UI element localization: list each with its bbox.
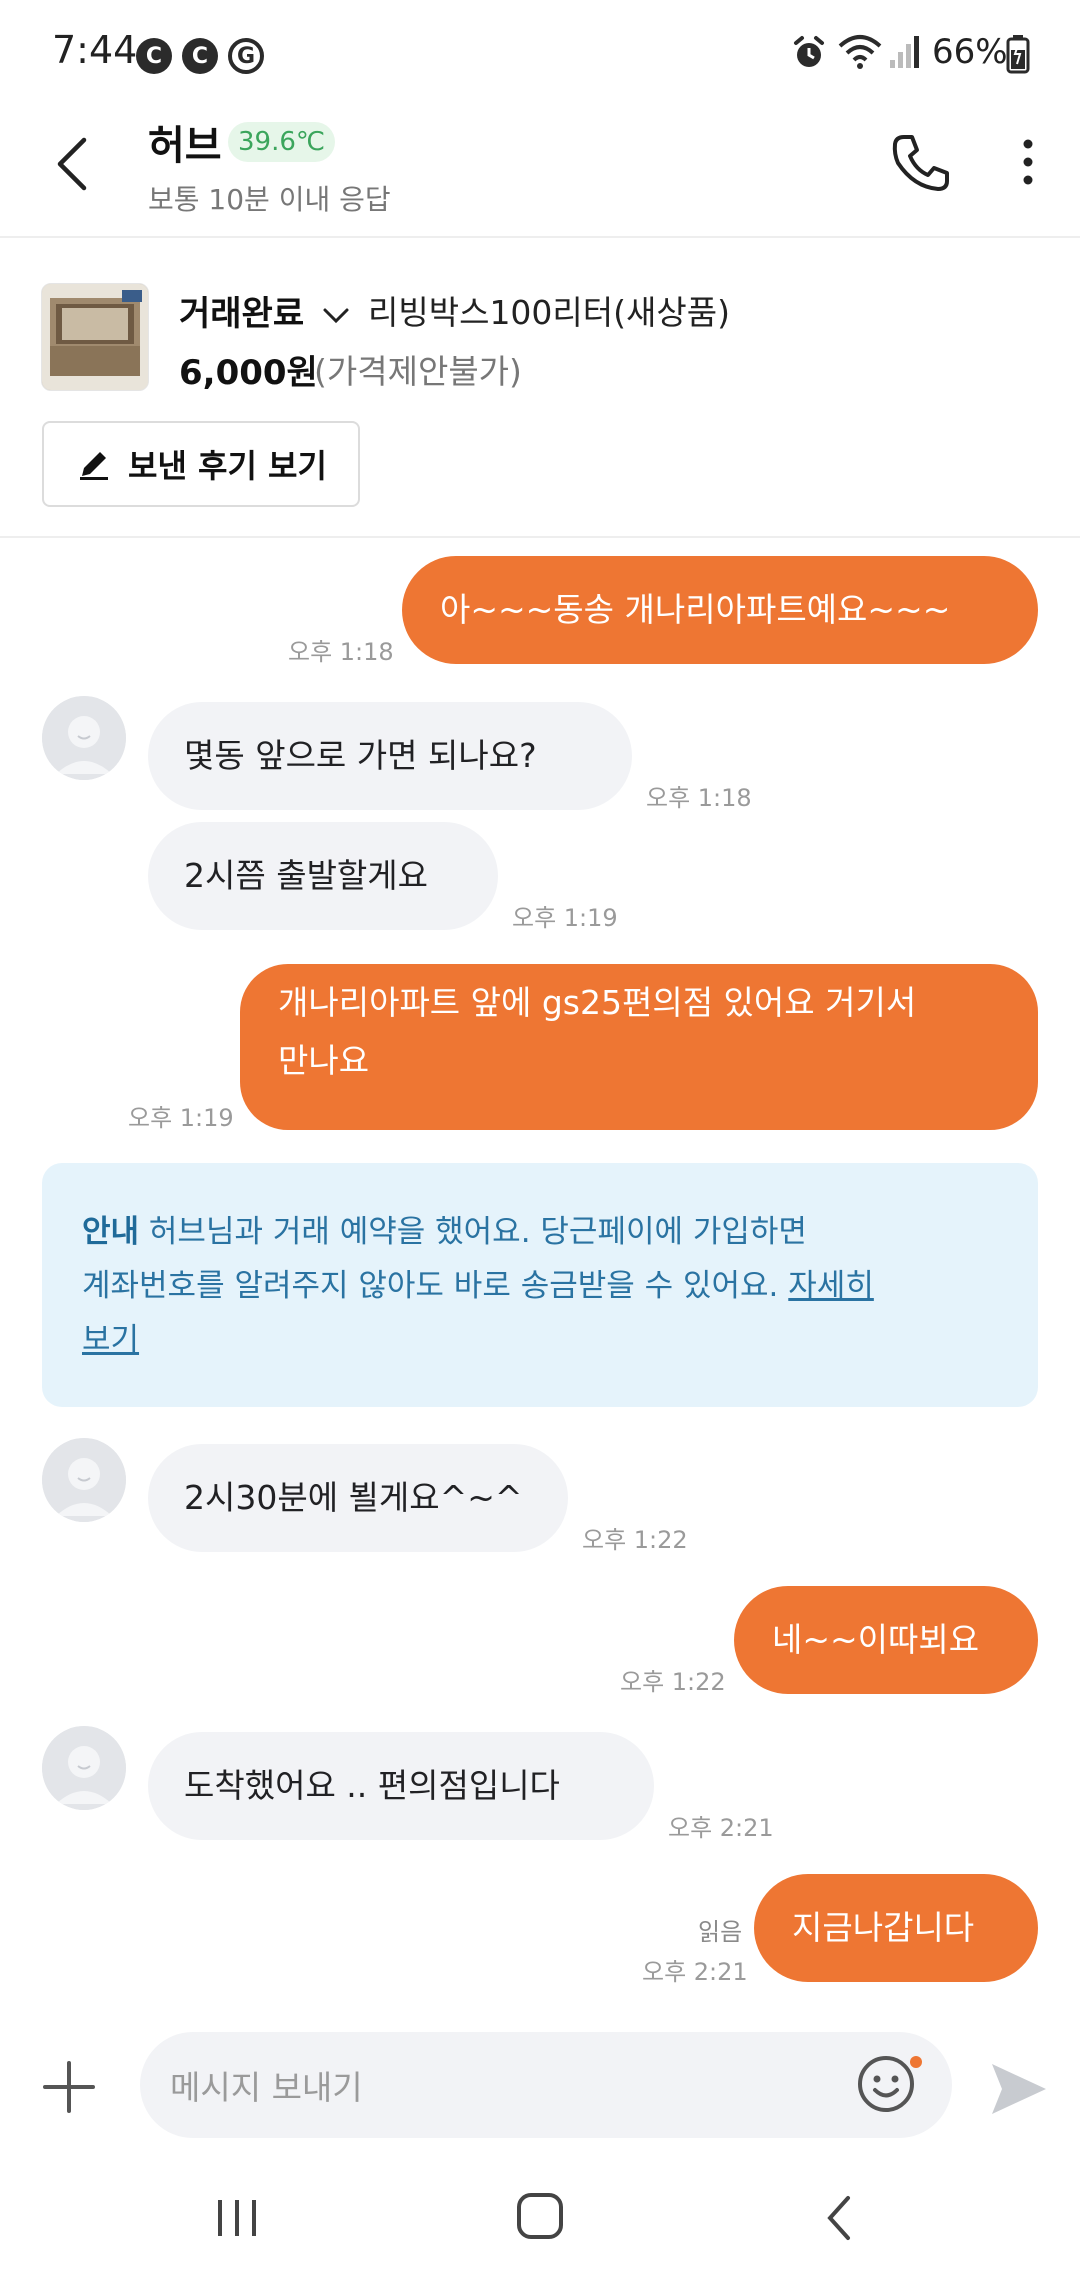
message-text: 아~~~동송 개나리아파트예요~~~ — [440, 590, 951, 629]
avatar-icon — [42, 1726, 126, 1810]
message-time: 오후 2:21 — [668, 1814, 774, 1842]
battery-icon — [1006, 35, 1030, 74]
price-note: (가격제안불가) — [314, 352, 522, 391]
wifi-icon — [838, 35, 882, 69]
header-divider — [0, 236, 1080, 238]
details-link[interactable]: 보기 — [82, 1322, 139, 1358]
message-text: 2시쯤 출발할게요 — [184, 856, 429, 895]
read-receipt: 읽음 — [698, 1918, 743, 1946]
message-text: 몇동 앞으로 가면 되나요? — [184, 736, 537, 775]
message-time: 오후 2:21 — [642, 1958, 748, 1986]
message-time: 오후 1:18 — [288, 638, 394, 666]
back-icon[interactable] — [52, 136, 92, 192]
my-message-bubble[interactable]: 네~~이따뵈요 — [734, 1586, 1038, 1694]
chat-partner-name[interactable]: 허브 — [148, 113, 222, 171]
product-thumbnail[interactable] — [41, 283, 149, 391]
message-input-placeholder: 메시지 보내기 — [170, 2068, 363, 2107]
product-divider — [0, 536, 1080, 538]
avatar[interactable] — [42, 1726, 126, 1810]
trade-status-label: 거래완료 — [179, 294, 305, 334]
google-icon: G — [228, 38, 264, 74]
notice-text: 허브님과 거래 예약을 했어요. 당근페이에 가입하면 — [139, 1214, 807, 1250]
avatar[interactable] — [42, 696, 126, 780]
product-title[interactable]: 리빙박스100리터(새상품) — [368, 286, 730, 334]
my-message-bubble[interactable]: 개나리아파트 앞에 gs25편의점 있어요 거기서 만나요 — [240, 964, 1038, 1130]
notice-text: 계좌번호를 알려주지 않아도 바로 송금받을 수 있어요. — [82, 1268, 789, 1304]
message-input[interactable]: 메시지 보내기 — [140, 2032, 952, 2138]
avatar-icon — [42, 1438, 126, 1522]
notification-icon: C — [136, 38, 172, 74]
message-time: 오후 1:18 — [646, 784, 752, 812]
more-icon[interactable] — [1014, 136, 1042, 192]
battery-level: 66% — [932, 32, 1008, 72]
nav-back-icon[interactable] — [822, 2194, 856, 2242]
notice-title: 안내 — [82, 1214, 140, 1250]
notice-line: 보기 — [82, 1313, 998, 1367]
alarm-icon — [794, 36, 824, 67]
chevron-down-icon — [323, 308, 349, 323]
view-sent-review-button[interactable]: 보낸 후기 보기 — [42, 421, 360, 507]
message-time: 오후 1:19 — [128, 1104, 234, 1132]
pencil-icon — [80, 452, 108, 480]
message-text-line: 만나요 — [278, 1041, 370, 1080]
message-text: 네~~이따뵈요 — [772, 1620, 980, 1659]
product-price: 6,000원 — [179, 353, 318, 393]
message-text-line: 개나리아파트 앞에 gs25편의점 있어요 거기서 — [278, 983, 917, 1022]
view-sent-review-label: 보낸 후기 보기 — [128, 447, 327, 485]
trade-notice: 안내 허브님과 거래 예약을 했어요. 당근페이에 가입하면 계좌번호를 알려주… — [42, 1163, 1038, 1407]
their-message-bubble[interactable]: 2시30분에 뵐게요^~^ — [148, 1444, 568, 1552]
my-message-bubble[interactable]: 아~~~동송 개나리아파트예요~~~ — [402, 556, 1038, 664]
status-time: 7:44 — [52, 28, 138, 72]
notice-line: 계좌번호를 알려주지 않아도 바로 송금받을 수 있어요. 자세히 — [82, 1259, 998, 1313]
recent-apps-icon[interactable] — [212, 2196, 262, 2240]
my-message-bubble[interactable]: 지금나갑니다 — [754, 1874, 1038, 1982]
message-time: 오후 1:22 — [582, 1526, 688, 1554]
signal-icon — [890, 36, 919, 68]
emoji-icon[interactable] — [854, 2052, 926, 2124]
their-message-bubble[interactable]: 몇동 앞으로 가면 되나요? — [148, 702, 632, 810]
home-icon[interactable] — [514, 2190, 566, 2242]
details-link[interactable]: 자세히 — [788, 1268, 874, 1304]
send-icon[interactable] — [988, 2058, 1050, 2120]
trade-status-dropdown[interactable]: 거래완료 — [179, 286, 350, 335]
response-time-text: 보통 10분 이내 응답 — [148, 183, 391, 216]
their-message-bubble[interactable]: 도착했어요 .. 편의점입니다 — [148, 1732, 654, 1840]
notice-line: 안내 허브님과 거래 예약을 했어요. 당근페이에 가입하면 — [82, 1205, 998, 1259]
message-time: 오후 1:22 — [620, 1668, 726, 1696]
manner-temperature-badge: 39.6℃ — [228, 122, 336, 162]
phone-icon[interactable] — [890, 132, 952, 194]
their-message-bubble[interactable]: 2시쯤 출발할게요 — [148, 822, 498, 930]
avatar-icon — [42, 696, 126, 780]
avatar[interactable] — [42, 1438, 126, 1522]
message-text: 2시30분에 뵐게요^~^ — [184, 1478, 523, 1517]
message-text: 도착했어요 .. 편의점입니다 — [184, 1766, 560, 1805]
message-text: 지금나갑니다 — [792, 1908, 975, 1947]
plus-icon[interactable] — [42, 2060, 96, 2114]
message-time: 오후 1:19 — [512, 904, 618, 932]
notification-icon: C — [182, 38, 218, 74]
